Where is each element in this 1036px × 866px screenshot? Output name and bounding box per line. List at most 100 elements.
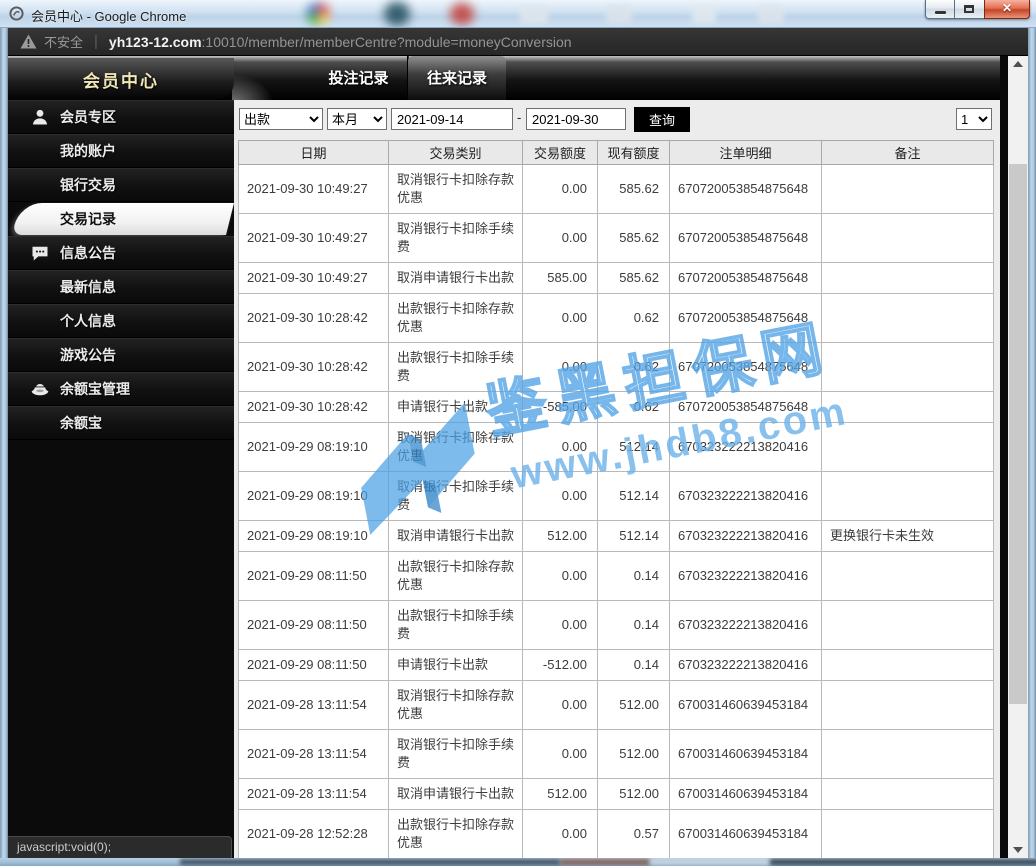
sidebar-header: 会员中心 <box>8 58 234 100</box>
cell-balance: 512.14 <box>597 422 670 472</box>
arrow-up-icon <box>1013 61 1023 67</box>
cell-amount: 0.00 <box>522 422 598 472</box>
cell-category: 取消银行卡扣除手续费 <box>388 213 523 263</box>
sidebar-item-label: 最新信息 <box>60 279 116 295</box>
window-border-right <box>1028 28 1036 866</box>
cell-balance: 512.14 <box>597 471 670 521</box>
transactions-table: 日期 交易类别 交易额度 现有额度 注单明细 备注 2021-09-30 10:49:27… <box>238 140 994 858</box>
date-to-input[interactable] <box>526 108 626 130</box>
cell-order-id: 670720053854875648 <box>669 164 822 214</box>
cell-remark <box>821 600 994 650</box>
cell-category: 出款银行卡扣除存款优惠 <box>388 551 523 601</box>
cell-amount: -512.00 <box>522 649 598 681</box>
sidebar-item-bank-transactions[interactable]: 银行交易 <box>8 168 234 202</box>
table-row: 2021-09-30 10:28:42 出款银行卡扣除存款优惠 0.00 0.62 67… <box>238 293 994 343</box>
security-chip[interactable]: 不安全 <box>20 32 83 51</box>
window-titlebar[interactable]: 会员中心 - Google Chrome ✕ <box>0 0 1036 28</box>
vertical-scrollbar[interactable] <box>1008 56 1028 858</box>
cell-remark <box>821 391 994 423</box>
column-header: 现有额度 <box>597 140 670 165</box>
desktop-blur-blob <box>520 5 548 24</box>
minimize-icon <box>935 11 946 14</box>
border-blur-streak <box>560 859 650 865</box>
status-bubble: javascript:void(0); <box>8 836 232 858</box>
sidebar-header-title: 会员中心 <box>83 71 159 91</box>
cell-date: 2021-09-29 08:11:50 <box>238 649 389 681</box>
cell-date: 2021-09-28 13:11:54 <box>238 729 389 779</box>
cell-remark <box>821 729 994 779</box>
sidebar-item-personal-messages[interactable]: 个人信息 <box>8 304 234 338</box>
cell-category: 取消申请银行卡出款 <box>388 778 523 810</box>
cell-order-id: 670323222213820416 <box>669 422 822 472</box>
minimize-button[interactable] <box>925 0 955 19</box>
cell-date: 2021-09-29 08:19:10 <box>238 471 389 521</box>
cell-balance: 585.62 <box>597 262 670 294</box>
page-select[interactable]: 1 <box>956 108 992 130</box>
address-bar[interactable]: 不安全 | yh123-12.com:10010/member/memberCe… <box>8 28 1028 56</box>
cell-date: 2021-09-30 10:28:42 <box>238 293 389 343</box>
selected-item-highlight <box>12 203 235 235</box>
close-icon: ✕ <box>1001 1 1013 15</box>
cell-category: 申请银行卡出款 <box>388 649 523 681</box>
sidebar-section-yuebao-management[interactable]: 余额宝管理 <box>8 372 234 406</box>
cell-balance: 512.00 <box>597 729 670 779</box>
sidebar-section-announcements[interactable]: 信息公告 <box>8 236 234 270</box>
url-domain: yh123-12.com <box>108 33 202 50</box>
cell-balance: 0.14 <box>597 551 670 601</box>
cell-order-id: 670031460639453184 <box>669 729 822 779</box>
tab-bet-records[interactable]: 投注记录 <box>310 56 408 100</box>
sidebar-item-yuebao[interactable]: 余额宝 <box>8 406 234 440</box>
table-row: 2021-09-30 10:49:27 取消银行卡扣除存款优惠 0.00 585.62… <box>238 164 994 214</box>
cell-date: 2021-09-29 08:19:10 <box>238 422 389 472</box>
cell-category: 申请银行卡出款 <box>388 391 523 423</box>
maximize-icon <box>964 5 974 13</box>
close-button[interactable]: ✕ <box>984 0 1030 19</box>
cell-order-id: 670031460639453184 <box>669 778 822 810</box>
cell-amount: 0.00 <box>522 293 598 343</box>
ingot-icon <box>30 379 50 399</box>
table-row: 2021-09-29 08:19:10 取消银行卡扣除存款优惠 0.00 512.14… <box>238 422 994 472</box>
period-select[interactable]: 本月 <box>327 108 387 130</box>
cell-remark <box>821 778 994 810</box>
cell-balance: 0.57 <box>597 809 670 858</box>
cell-amount: 0.00 <box>522 164 598 214</box>
scroll-up-button[interactable] <box>1008 56 1028 73</box>
date-from-input[interactable] <box>391 108 513 130</box>
cell-date: 2021-09-30 10:49:27 <box>238 262 389 294</box>
cell-order-id: 670720053854875648 <box>669 391 822 423</box>
cell-order-id: 670720053854875648 <box>669 262 822 294</box>
cell-remark <box>821 680 994 730</box>
browser-window: 会员中心 - Google Chrome ✕ 不安全 | yh123-12.co… <box>0 0 1036 866</box>
cell-date: 2021-09-28 12:52:28 <box>238 809 389 858</box>
scroll-down-button[interactable] <box>1008 841 1028 858</box>
sidebar-item-latest-news[interactable]: 最新信息 <box>8 270 234 304</box>
cell-amount: 0.00 <box>522 729 598 779</box>
cell-balance: 512.14 <box>597 520 670 552</box>
maximize-button[interactable] <box>955 0 984 19</box>
url-separator: | <box>94 33 98 50</box>
arrow-down-icon <box>1013 847 1023 853</box>
sidebar-item-label: 余额宝 <box>60 415 102 431</box>
sidebar-item-my-account[interactable]: 我的账户 <box>8 134 234 168</box>
desktop-blur-blob <box>306 3 330 25</box>
sidebar-item-transaction-records[interactable]: 交易记录 <box>8 202 235 236</box>
table-row: 2021-09-29 08:19:10 取消申请银行卡出款 512.00 512.14… <box>238 520 994 552</box>
cell-date: 2021-09-28 13:11:54 <box>238 778 389 810</box>
sidebar-section-member-zone[interactable]: 会员专区 <box>8 100 234 134</box>
sidebar-item-game-notices[interactable]: 游戏公告 <box>8 338 234 372</box>
search-button[interactable]: 查询 <box>634 107 690 132</box>
cell-order-id: 670720053854875648 <box>669 213 822 263</box>
transaction-type-select[interactable]: 出款 <box>239 108 323 130</box>
cell-remark <box>821 649 994 681</box>
column-header: 注单明细 <box>669 140 822 165</box>
window-controls: ✕ <box>925 0 1030 19</box>
cell-order-id: 670323222213820416 <box>669 471 822 521</box>
cell-date: 2021-09-30 10:28:42 <box>238 391 389 423</box>
content-area: 出款 本月 - 查询 1 日期交易类别交易额度现有额度注单明细备注 2021-0… <box>234 100 1000 858</box>
cell-remark <box>821 551 994 601</box>
cell-balance: 585.62 <box>597 164 670 214</box>
scrollbar-thumb[interactable] <box>1009 164 1027 704</box>
sidebar-item-label: 交易记录 <box>60 211 116 227</box>
sidebar-item-label: 会员专区 <box>60 109 116 125</box>
tab-transaction-records[interactable]: 往来记录 <box>408 56 506 100</box>
